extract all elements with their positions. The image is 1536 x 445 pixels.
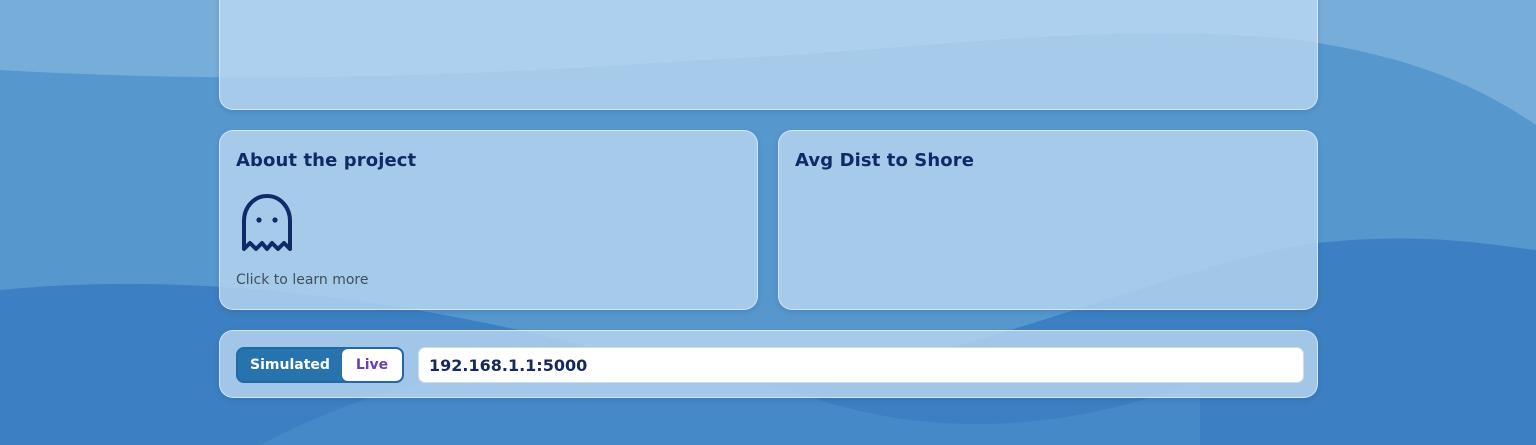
avg-dist-to-shore-title: Avg Dist to Shore	[795, 150, 975, 171]
mode-toggle[interactable]: Simulated Live	[236, 347, 404, 383]
mode-live-option[interactable]: Live	[342, 349, 402, 381]
mode-simulated-option[interactable]: Simulated	[238, 349, 342, 381]
about-project-card[interactable]: About the project Click to learn more	[219, 130, 758, 310]
learn-more-link[interactable]: Click to learn more	[236, 272, 369, 288]
about-project-title: About the project	[236, 150, 417, 171]
avg-dist-to-shore-card: Avg Dist to Shore	[778, 130, 1318, 310]
top-panel	[219, 0, 1318, 110]
server-address-input[interactable]	[418, 347, 1304, 383]
connection-bar: Simulated Live	[219, 330, 1318, 398]
ghost-icon	[242, 194, 292, 251]
